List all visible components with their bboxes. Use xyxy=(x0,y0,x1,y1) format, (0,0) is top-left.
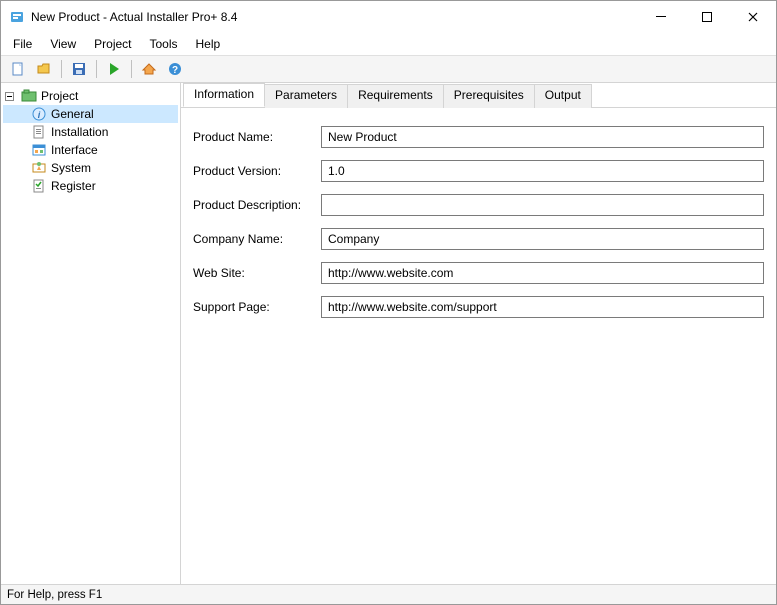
input-product-description[interactable] xyxy=(321,194,764,216)
input-company-name[interactable] xyxy=(321,228,764,250)
maximize-button[interactable] xyxy=(684,2,730,32)
project-icon xyxy=(21,88,37,104)
label-product-name: Product Name: xyxy=(193,130,321,144)
statusbar: For Help, press F1 xyxy=(1,584,776,604)
register-icon xyxy=(31,178,47,194)
label-product-description: Product Description: xyxy=(193,198,321,212)
tree-root-label: Project xyxy=(41,89,78,103)
collapse-icon[interactable] xyxy=(5,92,14,101)
document-icon xyxy=(31,124,47,140)
label-company-name: Company Name: xyxy=(193,232,321,246)
sidebar-item-label: System xyxy=(51,161,91,175)
minimize-button[interactable] xyxy=(638,2,684,32)
menubar: File View Project Tools Help xyxy=(1,33,776,55)
content: Project i General Installation Interface… xyxy=(1,83,776,584)
menu-tools[interactable]: Tools xyxy=(142,35,186,53)
tab-parameters[interactable]: Parameters xyxy=(264,84,348,108)
menu-project[interactable]: Project xyxy=(86,35,139,53)
sidebar: Project i General Installation Interface… xyxy=(1,83,181,584)
sidebar-item-label: Installation xyxy=(51,125,108,139)
sidebar-item-general[interactable]: i General xyxy=(3,105,178,123)
tab-panel-information: Product Name: Product Version: Product D… xyxy=(181,107,776,584)
system-icon xyxy=(31,160,47,176)
info-icon: i xyxy=(31,106,47,122)
separator xyxy=(96,60,97,78)
menu-view[interactable]: View xyxy=(42,35,84,53)
main-panel: Information Parameters Requirements Prer… xyxy=(181,83,776,584)
window-title: New Product - Actual Installer Pro+ 8.4 xyxy=(31,10,638,24)
svg-text:?: ? xyxy=(172,65,178,76)
sidebar-item-label: Register xyxy=(51,179,96,193)
separator xyxy=(61,60,62,78)
label-web-site: Web Site: xyxy=(193,266,321,280)
tree-root-project[interactable]: Project xyxy=(3,87,178,105)
close-button[interactable] xyxy=(730,2,776,32)
input-product-version[interactable] xyxy=(321,160,764,182)
app-icon xyxy=(9,9,25,25)
new-button[interactable] xyxy=(7,58,29,80)
input-web-site[interactable] xyxy=(321,262,764,284)
input-support-page[interactable] xyxy=(321,296,764,318)
interface-icon xyxy=(31,142,47,158)
menu-file[interactable]: File xyxy=(5,35,40,53)
help-button[interactable]: ? xyxy=(164,58,186,80)
tabs: Information Parameters Requirements Prer… xyxy=(181,83,776,107)
tab-information[interactable]: Information xyxy=(183,83,265,107)
run-button[interactable] xyxy=(103,58,125,80)
tab-output[interactable]: Output xyxy=(534,84,592,108)
toolbar: ? xyxy=(1,55,776,83)
separator xyxy=(131,60,132,78)
sidebar-item-installation[interactable]: Installation xyxy=(3,123,178,141)
sidebar-item-interface[interactable]: Interface xyxy=(3,141,178,159)
label-product-version: Product Version: xyxy=(193,164,321,178)
sidebar-item-label: General xyxy=(51,107,94,121)
menu-help[interactable]: Help xyxy=(188,35,229,53)
home-button[interactable] xyxy=(138,58,160,80)
sidebar-item-label: Interface xyxy=(51,143,98,157)
titlebar: New Product - Actual Installer Pro+ 8.4 xyxy=(1,1,776,33)
sidebar-item-register[interactable]: Register xyxy=(3,177,178,195)
sidebar-item-system[interactable]: System xyxy=(3,159,178,177)
save-button[interactable] xyxy=(68,58,90,80)
input-product-name[interactable] xyxy=(321,126,764,148)
label-support-page: Support Page: xyxy=(193,300,321,314)
tab-prerequisites[interactable]: Prerequisites xyxy=(443,84,535,108)
status-text: For Help, press F1 xyxy=(7,589,102,601)
tab-requirements[interactable]: Requirements xyxy=(347,84,444,108)
open-button[interactable] xyxy=(33,58,55,80)
